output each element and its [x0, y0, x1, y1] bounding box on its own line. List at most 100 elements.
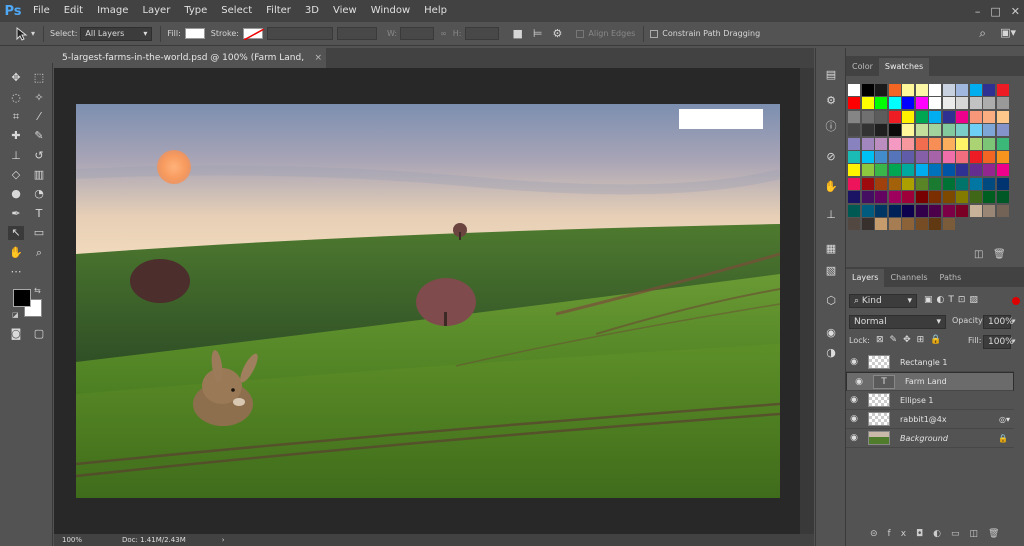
brush-tool-icon[interactable]: ✎	[31, 129, 47, 143]
opacity-dropdown-icon[interactable]: ▾	[1012, 317, 1016, 325]
zoom-level[interactable]: 100%	[62, 536, 82, 544]
adjustments-icon[interactable]: ◑	[823, 346, 839, 360]
color-swatch[interactable]	[915, 204, 928, 217]
color-swatch[interactable]	[861, 151, 874, 163]
color-swatch[interactable]	[861, 218, 874, 230]
marquee-tool-icon[interactable]: ⬚	[31, 71, 47, 85]
color-swatch[interactable]	[942, 177, 955, 190]
color-swatch[interactable]	[848, 204, 860, 217]
color-swatch[interactable]	[861, 177, 874, 190]
color-swatch[interactable]	[875, 151, 887, 163]
color-swatch[interactable]	[942, 151, 955, 163]
clone-stamp-tool-icon[interactable]: ⊥	[8, 149, 24, 163]
color-swatch[interactable]	[902, 191, 914, 204]
fill-dropdown-icon[interactable]: ▾	[1012, 337, 1016, 345]
layer-row-farm-land[interactable]: ◉ T Farm Land	[846, 372, 1014, 391]
color-swatch[interactable]	[983, 204, 995, 217]
menu-file[interactable]: File	[26, 0, 57, 22]
color-swatch[interactable]	[983, 191, 995, 204]
tab-layers[interactable]: Layers	[846, 269, 885, 287]
color-swatch[interactable]	[929, 84, 941, 96]
color-swatch[interactable]	[929, 177, 941, 190]
color-swatch[interactable]	[902, 218, 914, 230]
maximize-button[interactable]: □	[990, 5, 1000, 18]
color-swatch[interactable]	[956, 191, 968, 204]
new-swatch-icon[interactable]: ◫	[974, 249, 983, 260]
color-swatch[interactable]	[848, 177, 860, 190]
layers-footer-icons[interactable]: ⊝fx◘◐▭◫🗑	[870, 529, 1009, 539]
color-swatch[interactable]	[956, 151, 968, 163]
swap-colors-icon[interactable]: ⇆	[34, 286, 41, 295]
vertical-scrollbar[interactable]	[800, 68, 814, 534]
width-field[interactable]	[400, 27, 435, 40]
color-swatch[interactable]	[888, 177, 901, 190]
color-swatch[interactable]	[942, 124, 955, 137]
crop-tool-icon[interactable]: ⌗	[8, 110, 24, 124]
color-swatch[interactable]	[848, 110, 860, 123]
color-swatch[interactable]	[875, 137, 887, 150]
workspace-icon[interactable]: ▣▾	[1000, 26, 1016, 39]
color-swatch[interactable]	[942, 204, 955, 217]
tab-channels[interactable]: Channels	[884, 269, 933, 287]
layer-filter-dropdown[interactable]: ⌕ Kind ▾	[849, 294, 917, 308]
color-swatch[interactable]	[942, 191, 955, 204]
color-swatch[interactable]	[902, 137, 914, 150]
link-icon[interactable]: ∞	[440, 29, 447, 38]
color-swatch[interactable]	[983, 124, 995, 137]
color-swatch[interactable]	[848, 164, 860, 177]
search-icon[interactable]: ⌕	[979, 26, 986, 41]
layer-row-rectangle[interactable]: ◉ Rectangle 1	[846, 353, 1014, 372]
color-swatch[interactable]	[888, 218, 901, 230]
color-swatch[interactable]	[888, 124, 901, 137]
color-swatch[interactable]	[915, 164, 928, 177]
delete-swatch-icon[interactable]: 🗑	[993, 249, 1006, 260]
layer-row-ellipse[interactable]: ◉ Ellipse 1	[846, 391, 1014, 410]
color-swatch[interactable]	[902, 110, 914, 123]
info-icon[interactable]: ⓘ	[823, 120, 839, 134]
color-swatch[interactable]	[942, 84, 955, 96]
zoom-tool-icon[interactable]: ⌕	[31, 246, 47, 260]
hand-tool-icon[interactable]: ✋	[8, 246, 24, 260]
color-swatch[interactable]	[996, 124, 1009, 137]
color-swatch[interactable]	[942, 218, 955, 230]
color-swatch[interactable]	[875, 84, 887, 96]
color-swatch[interactable]	[848, 124, 860, 137]
tab-color[interactable]: Color	[846, 58, 879, 76]
tab-paths[interactable]: Paths	[934, 269, 968, 287]
color-swatch[interactable]	[983, 177, 995, 190]
rectangle-tool-icon[interactable]: ▭	[31, 226, 47, 240]
menu-type[interactable]: Type	[177, 0, 214, 22]
close-tab-icon[interactable]: ×	[314, 48, 322, 68]
color-swatch[interactable]	[983, 97, 995, 110]
color-swatch[interactable]	[969, 124, 982, 137]
color-swatch[interactable]	[848, 84, 860, 96]
color-swatch[interactable]	[996, 110, 1009, 123]
eraser-tool-icon[interactable]: ◇	[8, 168, 24, 182]
menu-layer[interactable]: Layer	[135, 0, 177, 22]
menu-image[interactable]: Image	[90, 0, 135, 22]
menu-select[interactable]: Select	[214, 0, 259, 22]
3d-icon[interactable]: ⬡	[823, 294, 839, 308]
color-swatch[interactable]	[956, 110, 968, 123]
color-swatch[interactable]	[861, 204, 874, 217]
color-swatch[interactable]	[848, 137, 860, 150]
color-swatch[interactable]	[875, 218, 887, 230]
opacity-field[interactable]: 100%	[983, 315, 1014, 329]
color-swatch[interactable]	[875, 204, 887, 217]
color-swatch[interactable]	[942, 137, 955, 150]
color-swatch[interactable]	[915, 191, 928, 204]
eyedropper-tool-icon[interactable]: ⁄	[31, 110, 47, 124]
color-swatch[interactable]	[929, 110, 941, 123]
color-swatch[interactable]	[915, 110, 928, 123]
color-swatch[interactable]	[915, 124, 928, 137]
color-swatch[interactable]	[956, 137, 968, 150]
screen-mode-icon[interactable]: ▢	[31, 327, 47, 341]
color-swatch[interactable]	[996, 191, 1009, 204]
color-swatch[interactable]	[915, 97, 928, 110]
color-swatch[interactable]	[942, 97, 955, 110]
color-swatch[interactable]	[848, 191, 860, 204]
color-swatch[interactable]	[956, 177, 968, 190]
healing-brush-tool-icon[interactable]: ✚	[8, 129, 24, 143]
color-swatch[interactable]	[888, 191, 901, 204]
color-swatch[interactable]	[942, 110, 955, 123]
